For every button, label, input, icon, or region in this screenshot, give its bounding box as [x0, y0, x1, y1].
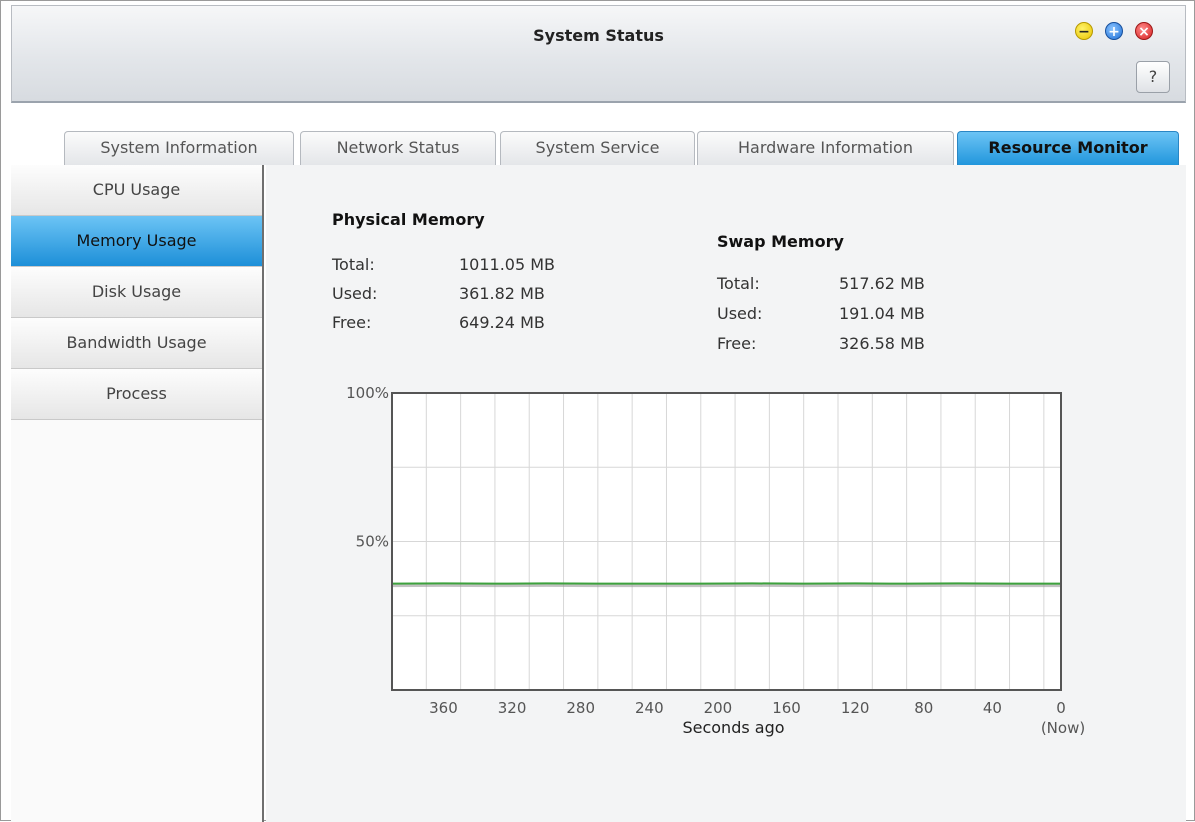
- x-axis-label: Seconds ago: [682, 718, 784, 737]
- sidebar-item-disk-usage[interactable]: Disk Usage: [11, 267, 262, 318]
- physical-free-value: 649.24 MB: [459, 313, 545, 332]
- sidebar-item-bandwidth-usage[interactable]: Bandwidth Usage: [11, 318, 262, 369]
- memory-chart-svg: 100% 50% 360 320 280 240 200 160 120 80 40 0 (Now) Se…: [321, 381, 1121, 761]
- physical-used-value: 361.82 MB: [459, 284, 545, 303]
- sidebar-item-memory-usage[interactable]: Memory Usage: [11, 216, 262, 267]
- physical-total-label: Total:: [332, 255, 375, 274]
- maximize-icon[interactable]: +: [1105, 22, 1123, 40]
- tab-resource-monitor[interactable]: Resource Monitor: [957, 131, 1179, 165]
- x-tick-label: 200: [704, 699, 733, 717]
- tab-system-service[interactable]: System Service: [500, 131, 695, 165]
- system-status-window: System Status − + × ? System Information…: [0, 0, 1195, 821]
- x-tick-label: 160: [772, 699, 801, 717]
- sidebar: CPU Usage Memory Usage Disk Usage Bandwi…: [11, 165, 264, 822]
- physical-free-label: Free:: [332, 313, 371, 332]
- x-tick-label: 320: [498, 699, 527, 717]
- swap-memory-heading: Swap Memory: [717, 232, 844, 251]
- memory-usage-chart: 100% 50% 360 320 280 240 200 160 120 80 40 0 (Now) Se…: [321, 381, 1121, 765]
- swap-used-label: Used:: [717, 304, 762, 323]
- swap-free-label: Free:: [717, 334, 756, 353]
- swap-total-value: 517.62 MB: [839, 274, 925, 293]
- swap-used-value: 191.04 MB: [839, 304, 925, 323]
- tab-system-information[interactable]: System Information: [64, 131, 294, 165]
- tab-bar: System Information Network Status System…: [11, 129, 1186, 165]
- y-tick-label: 100%: [346, 384, 389, 402]
- x-now-label: (Now): [1041, 719, 1085, 737]
- sidebar-item-process[interactable]: Process: [11, 369, 262, 420]
- x-tick-label: 240: [635, 699, 664, 717]
- minimize-icon[interactable]: −: [1075, 22, 1093, 40]
- x-tick-label: 40: [983, 699, 1002, 717]
- y-tick-label: 50%: [356, 533, 389, 551]
- x-tick-label: 280: [566, 699, 595, 717]
- physical-total-value: 1011.05 MB: [459, 255, 555, 274]
- x-tick-label: 80: [914, 699, 933, 717]
- sidebar-item-cpu-usage[interactable]: CPU Usage: [11, 165, 262, 216]
- x-tick-label: 360: [429, 699, 458, 717]
- swap-total-label: Total:: [717, 274, 760, 293]
- x-tick-label: 120: [841, 699, 870, 717]
- physical-used-label: Used:: [332, 284, 377, 303]
- title-bar: System Status − + × ?: [11, 5, 1186, 103]
- physical-memory-heading: Physical Memory: [332, 210, 485, 229]
- tab-network-status[interactable]: Network Status: [300, 131, 496, 165]
- close-icon[interactable]: ×: [1135, 22, 1153, 40]
- x-tick-label: 0: [1056, 699, 1066, 717]
- tab-hardware-information[interactable]: Hardware Information: [697, 131, 954, 165]
- swap-free-value: 326.58 MB: [839, 334, 925, 353]
- help-button[interactable]: ?: [1136, 61, 1170, 93]
- window-title: System Status: [12, 26, 1185, 45]
